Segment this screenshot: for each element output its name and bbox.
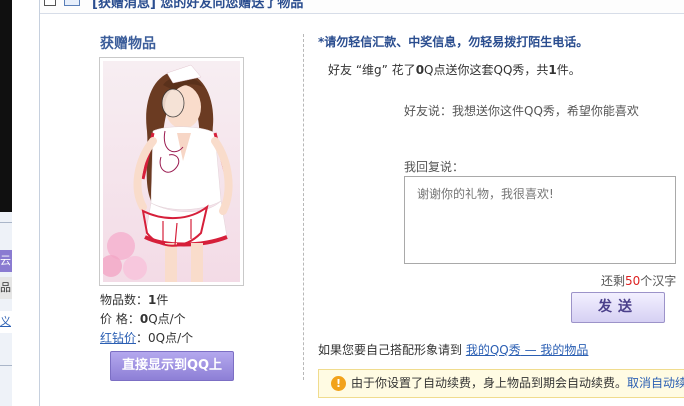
select-checkbox[interactable] xyxy=(44,0,56,6)
sidebar-rule xyxy=(0,222,12,223)
show-on-qq-button[interactable]: 直接显示到QQ上 xyxy=(110,351,234,381)
sidebar-item-0[interactable]: 云 xyxy=(0,250,12,272)
gift-sent-info: 好友 “维g” 花了0Q点送你这套QQ秀，共1件。 xyxy=(328,61,581,78)
remain-count: 50 xyxy=(625,274,641,288)
sent-amount: 0 xyxy=(415,63,425,77)
cancel-auto-renew-link[interactable]: 取消自动续费 xyxy=(627,376,684,390)
my-items-link[interactable]: 我的物品 xyxy=(540,343,588,357)
remain-suffix: 个汉字 xyxy=(640,274,677,288)
remain-prefix: 还剩 xyxy=(601,274,626,288)
gift-photo-illustration xyxy=(103,61,240,282)
sidebar-dark-area xyxy=(0,0,12,212)
sidebar-item-1[interactable]: 品 xyxy=(0,277,12,299)
sidebar-item-2[interactable]: 义 xyxy=(0,311,12,333)
sidebar-rule xyxy=(0,365,12,366)
mail-icon xyxy=(64,0,80,6)
gift-diamond-price: 红钻价：0Q点/个 xyxy=(100,329,193,346)
gift-count-label: 物品数： xyxy=(100,293,149,307)
gift-price-label: 价 格： xyxy=(100,312,140,326)
outfit-hint-text: 如果您要自己搭配形象请到 xyxy=(318,343,463,357)
gift-price-unit: Q点/个 xyxy=(148,312,186,326)
sent-prefix: 好友 “维g” 花了 xyxy=(328,63,416,77)
reply-label: 我回复说： xyxy=(404,160,465,174)
gift-diamond-value: 0Q点/个 xyxy=(148,331,194,345)
message-title[interactable]: [获赠消息] 您的好友向您赠送了物品 xyxy=(92,0,303,11)
gift-diamond-sep: ： xyxy=(136,331,149,345)
fraud-warning: *请勿轻信汇款、中奖信息，勿轻易拨打陌生电话。 xyxy=(318,35,589,49)
send-button[interactable]: 发送 xyxy=(571,292,665,323)
sent-middle: Q点送你这套QQ秀，共 xyxy=(424,63,549,77)
reply-input[interactable] xyxy=(404,176,676,264)
gift-image[interactable] xyxy=(99,57,244,286)
sent-suffix: 件。 xyxy=(556,63,581,77)
gift-count-unit: 件 xyxy=(156,293,169,307)
notice-text: 由于你设置了自动续费，身上物品到期会自动续费。 xyxy=(351,376,628,390)
auto-renew-notice: ! 由于你设置了自动续费，身上物品到期会自动续费。取消自动续费 xyxy=(318,369,684,398)
gift-price: 价 格：0Q点/个 xyxy=(100,310,186,327)
gift-count: 物品数：1件 xyxy=(100,291,168,308)
gift-heading: 获赠物品 xyxy=(100,36,156,52)
remaining-chars: 还剩50个汉字 xyxy=(601,272,676,289)
outfit-hint: 如果您要自己搭配形象请到 我的QQ秀 — 我的物品 xyxy=(318,341,588,358)
my-qqshow-link[interactable]: 我的QQ秀 xyxy=(466,343,521,357)
warning-icon: ! xyxy=(331,376,346,391)
sent-count: 1 xyxy=(548,63,557,77)
panel-divider xyxy=(39,0,40,406)
dashed-divider xyxy=(303,34,304,380)
link-separator: — xyxy=(520,343,541,357)
red-diamond-price-link[interactable]: 红钻价 xyxy=(100,331,136,345)
friend-message: 好友说：我想送你这件QQ秀，希望你能喜欢 xyxy=(404,104,639,118)
gift-price-value: 0 xyxy=(139,312,149,326)
